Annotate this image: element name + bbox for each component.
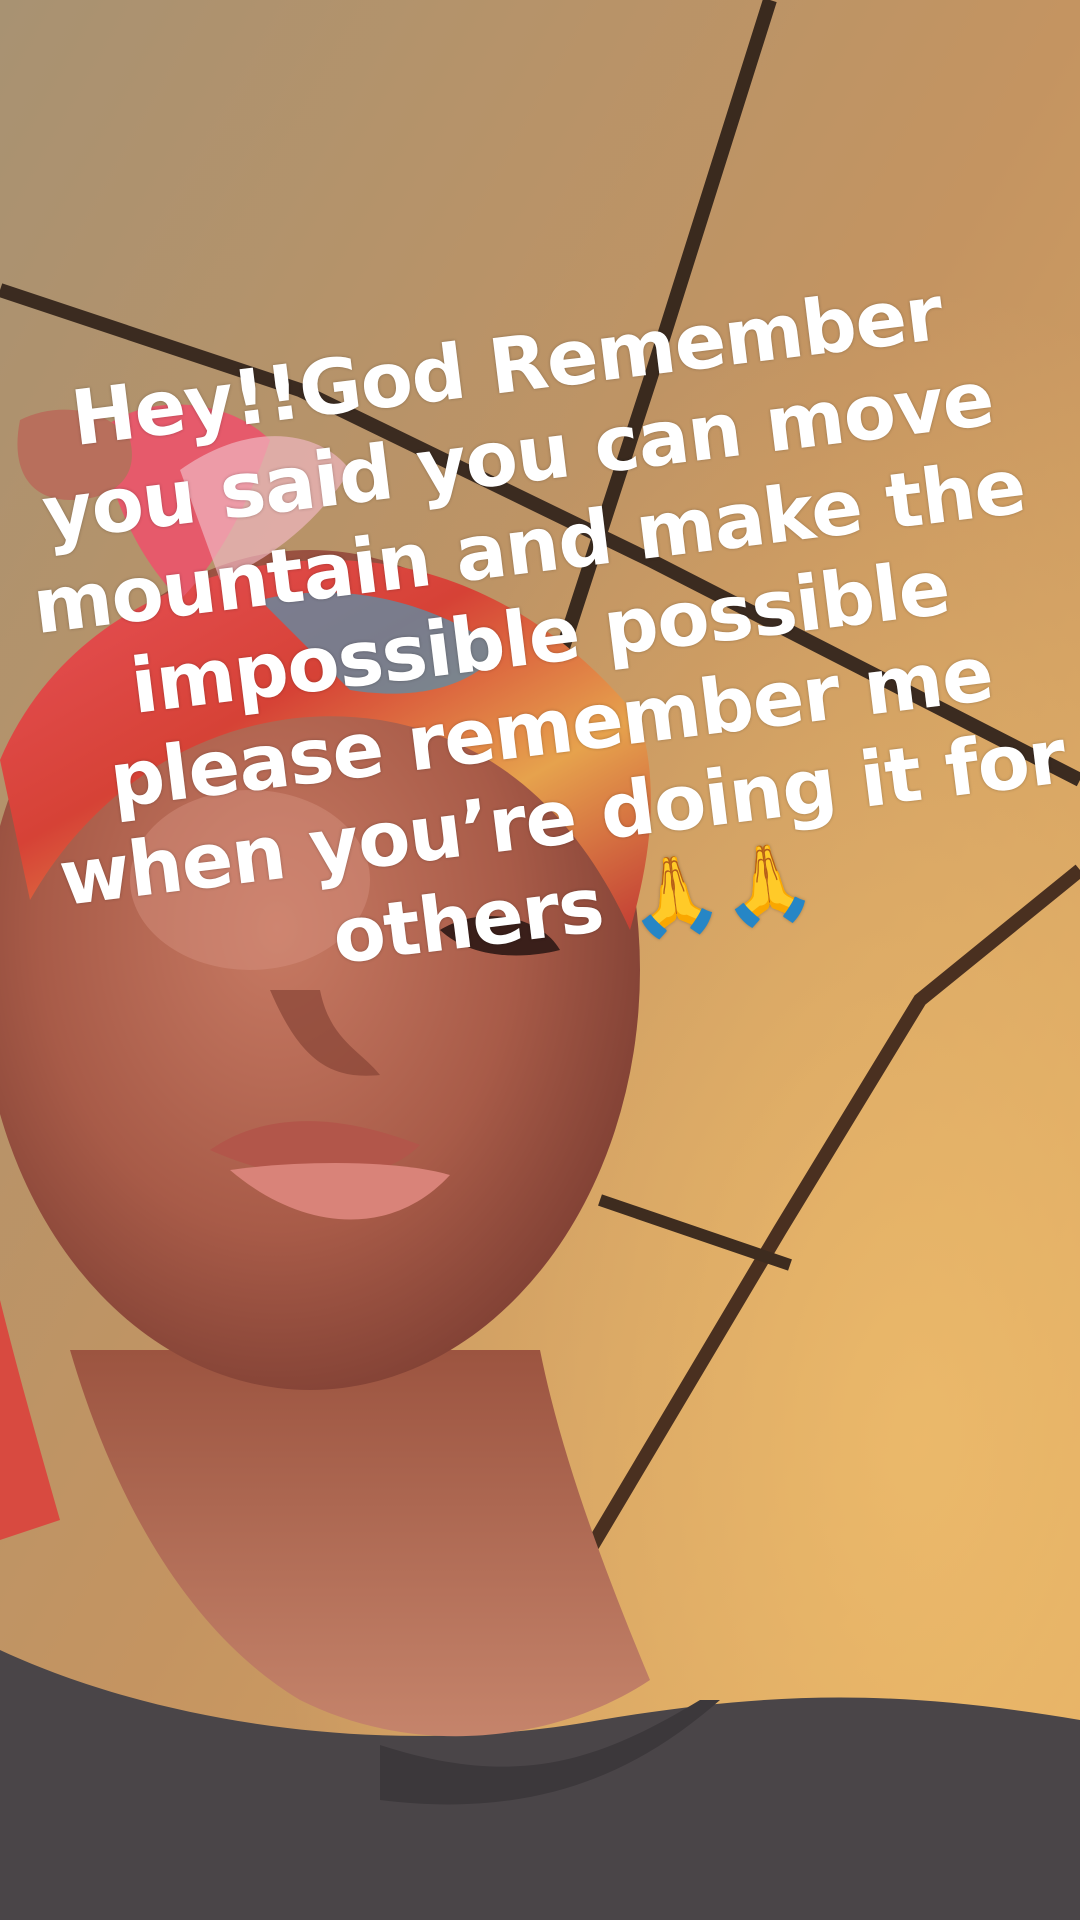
video-caption: Hey!!God Remember you said you can move … bbox=[0, 255, 1080, 1019]
video-frame: Hey!!God Remember you said you can move … bbox=[0, 0, 1080, 1920]
